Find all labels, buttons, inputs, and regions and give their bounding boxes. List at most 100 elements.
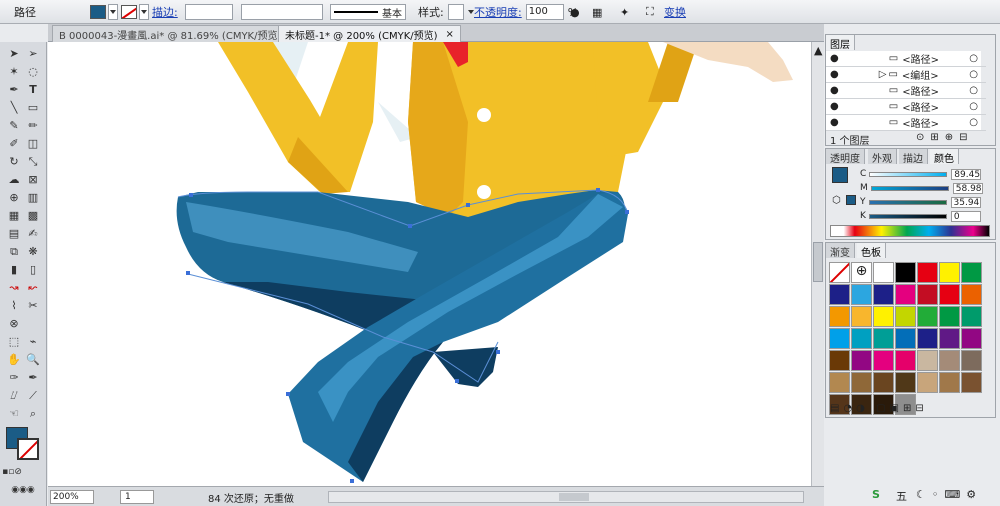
color-swatch[interactable] [895, 262, 916, 283]
target-icon[interactable]: ⊗ [5, 316, 23, 331]
color-swatch[interactable] [939, 306, 960, 327]
color-swatch[interactable] [873, 284, 894, 305]
stroke-none-icon[interactable] [121, 5, 137, 19]
pen-variant-icon[interactable]: ✑ [5, 370, 23, 385]
select-similar-icon[interactable]: ✦ [620, 4, 629, 20]
fill-color-box[interactable] [832, 167, 848, 183]
artboard-field[interactable]: 1 [120, 490, 154, 504]
scroll-thumb[interactable] [813, 242, 823, 282]
color-swatch[interactable] [961, 372, 982, 393]
fill-swatch[interactable] [90, 5, 106, 19]
color-swatch[interactable] [961, 350, 982, 371]
recolor-icon[interactable]: ● [570, 4, 580, 20]
color-swatch[interactable] [939, 284, 960, 305]
magnify-icon[interactable]: ⌕ [24, 406, 42, 421]
isolate-icon[interactable]: ⛶ [646, 4, 654, 20]
warp-tool-icon[interactable]: ☁ [5, 172, 23, 187]
eyedropper-icon[interactable]: ✍ [24, 226, 42, 241]
color-swatch[interactable] [873, 350, 894, 371]
color-swatch[interactable] [917, 284, 938, 305]
color-swatch[interactable] [895, 372, 916, 393]
graph-tool-icon[interactable]: ▯ [24, 262, 42, 277]
transform-link[interactable]: 变换 [664, 4, 686, 20]
variable-width-field[interactable] [241, 4, 323, 20]
color-swatch[interactable] [939, 372, 960, 393]
type-tool-icon[interactable]: T [24, 82, 42, 97]
hand-tool-icon[interactable]: ✋ [5, 352, 23, 367]
tab-document-2[interactable]: 未标题-1* @ 200% (CMYK/预览) × [278, 25, 461, 42]
scroll-thumb[interactable] [559, 493, 589, 501]
eye-icon[interactable]: ● [830, 101, 839, 112]
scroll-up-icon[interactable]: ▲ [814, 44, 822, 57]
color-swatch[interactable] [873, 372, 894, 393]
color-swatch[interactable] [873, 328, 894, 349]
measure-icon[interactable]: ⟋ [24, 388, 42, 403]
tab-swatches[interactable]: 色板 [857, 243, 886, 259]
slider-y[interactable]: Y 35.94 [860, 196, 1000, 208]
target-icon[interactable]: ○ [969, 117, 978, 128]
target-icon[interactable]: ○ [969, 101, 978, 112]
live-paint-icon[interactable]: ▥ [24, 190, 42, 205]
mesh-tool-icon[interactable]: ▩ [24, 208, 42, 223]
color-swatch[interactable] [851, 372, 872, 393]
color-swatch[interactable] [917, 262, 938, 283]
stroke-label[interactable]: 描边: [152, 4, 178, 20]
style-control[interactable]: 样式: [418, 4, 474, 20]
channel-value[interactable]: 89.45 [951, 168, 982, 180]
direct-selection-tool-icon[interactable]: ➢ [24, 46, 42, 61]
ime-logo-icon[interactable]: S [872, 488, 880, 501]
pencil-icon[interactable]: ✏ [24, 118, 42, 133]
eye-icon[interactable]: ● [830, 69, 839, 80]
column-graph-icon[interactable]: ▮ [5, 262, 23, 277]
scale-tool-icon[interactable]: ⤡ [24, 154, 42, 169]
expand-icon[interactable]: ▷ [879, 69, 887, 80]
color-swatch[interactable] [917, 372, 938, 393]
color-swatch[interactable] [917, 306, 938, 327]
perspective-grid-icon[interactable]: ▦ [5, 208, 23, 223]
color-swatch[interactable] [961, 306, 982, 327]
layer-actions-icon[interactable]: ⊙⊞⊕⊟ [916, 132, 974, 143]
close-icon[interactable]: × [446, 29, 454, 40]
color-spectrum[interactable] [830, 225, 990, 237]
scissors-icon[interactable]: ✂ [24, 298, 42, 313]
stroke-link[interactable]: 描边: [152, 4, 178, 20]
color-swatch[interactable] [851, 350, 872, 371]
selection-tool-icon[interactable]: ➤ [5, 46, 23, 61]
tab-layers[interactable]: 图层 [826, 35, 855, 51]
color-swatch[interactable] [873, 306, 894, 327]
shape-builder-icon[interactable]: ⊕ [5, 190, 23, 205]
channel-value[interactable]: 58.98 [952, 182, 983, 194]
color-swatch[interactable] [895, 350, 916, 371]
brush-definition[interactable]: 基本 [330, 4, 406, 20]
color-swatch[interactable] [829, 372, 850, 393]
opacity-link[interactable]: 不透明度: [474, 4, 522, 20]
color-swatch[interactable] [829, 328, 850, 349]
width-tool-icon[interactable]: ↝ [5, 280, 23, 295]
color-swatch[interactable] [917, 350, 938, 371]
color-swatch[interactable] [851, 306, 872, 327]
curvature-icon[interactable]: ↜ [24, 280, 42, 295]
paintbrush-icon[interactable]: ✎ [5, 118, 23, 133]
slice-tool-icon[interactable]: ⌁ [24, 334, 42, 349]
color-swatch[interactable] [939, 262, 960, 283]
gamut-swatch[interactable] [846, 195, 856, 205]
tray-icons[interactable]: ☾◦⌨⚙ [916, 488, 982, 501]
opacity-control[interactable]: 不透明度: 100 % [474, 4, 578, 20]
lasso-icon[interactable]: ◌ [24, 64, 42, 79]
tab-stroke[interactable]: 描边 [899, 149, 928, 165]
color-swatch[interactable] [895, 306, 916, 327]
color-swatch[interactable] [917, 328, 938, 349]
transform-label[interactable]: 变换 [664, 4, 686, 20]
channel-value[interactable]: 0 [950, 210, 981, 222]
blend-tool-icon[interactable]: ⧉ [5, 244, 23, 259]
color-swatch[interactable] [895, 284, 916, 305]
color-swatch[interactable] [829, 306, 850, 327]
pen-tool-icon[interactable]: ✒ [5, 82, 23, 97]
eye-icon[interactable]: ● [830, 53, 839, 64]
brush-variant-icon[interactable]: ✒ [24, 370, 42, 385]
horizontal-scrollbar[interactable] [328, 491, 804, 503]
rotate-tool-icon[interactable]: ↻ [5, 154, 23, 169]
slider-k[interactable]: K0 [860, 210, 1000, 222]
slider-c[interactable]: C 89.45 [860, 168, 1000, 180]
stroke-weight-field[interactable] [185, 4, 233, 20]
